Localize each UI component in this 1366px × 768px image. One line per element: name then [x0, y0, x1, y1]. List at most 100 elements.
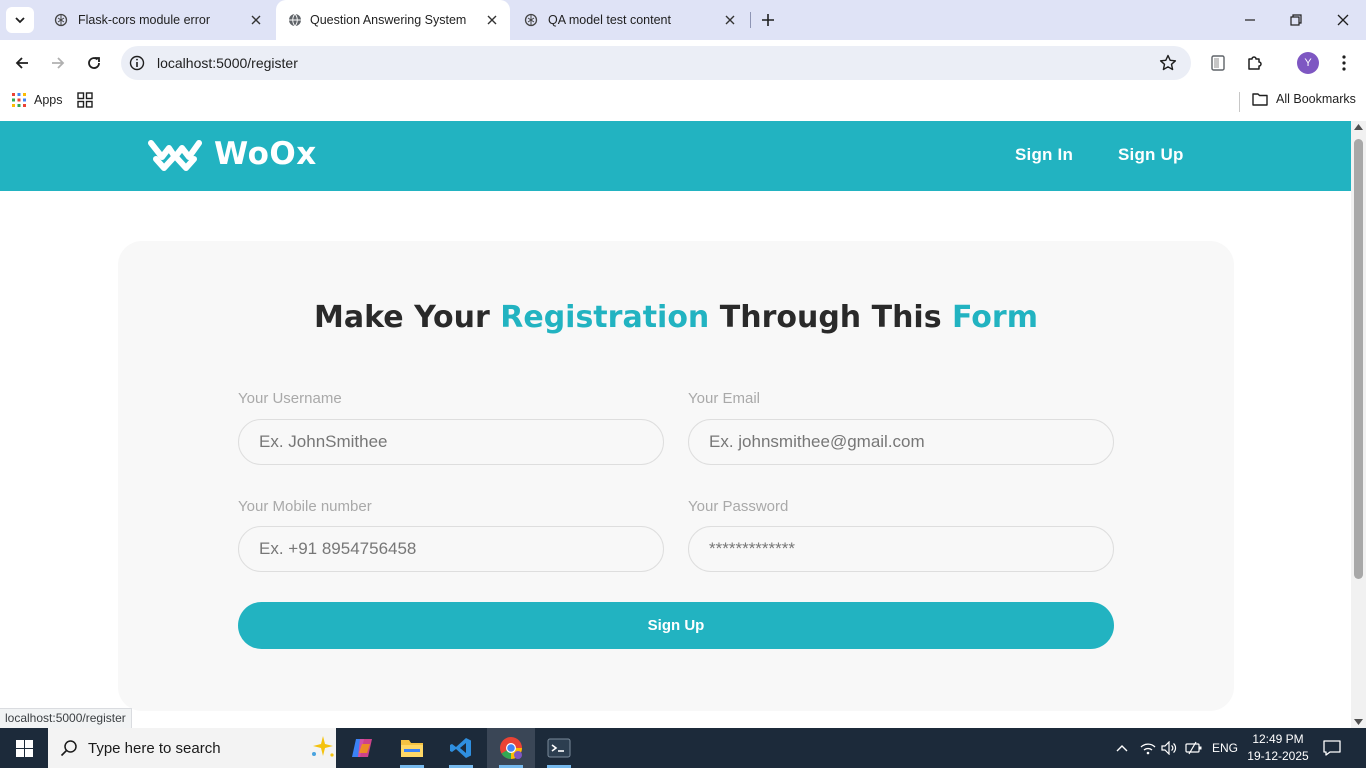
forward-button[interactable] — [46, 51, 70, 75]
browser-tabstrip: Flask-cors module error Question Answeri… — [0, 0, 1366, 40]
bookmarks-divider — [1239, 92, 1240, 112]
registration-form-card: Make Your Registration Through This Form… — [118, 241, 1234, 711]
sign-up-button[interactable]: Sign Up — [238, 602, 1114, 649]
username-label: Your Username — [238, 390, 342, 407]
all-bookmarks-label: All Bookmarks — [1276, 92, 1356, 106]
minimize-button[interactable] — [1240, 10, 1260, 30]
chatgpt-icon — [524, 13, 538, 27]
folder-icon — [401, 740, 423, 757]
clock-time: 12:49 PM — [1252, 732, 1304, 746]
nav-sign-in[interactable]: Sign In — [1015, 145, 1073, 165]
profile-avatar[interactable]: Y — [1297, 52, 1319, 74]
language-indicator[interactable]: ENG — [1212, 741, 1238, 755]
site-logo[interactable]: WoOx — [148, 135, 317, 173]
new-tab-button[interactable] — [758, 10, 778, 30]
form-title: Make Your Registration Through This Form — [118, 300, 1234, 335]
folder-icon — [1252, 93, 1268, 106]
close-window-button[interactable] — [1333, 10, 1353, 30]
scroll-thumb[interactable] — [1354, 139, 1363, 579]
email-label: Your Email — [688, 390, 760, 407]
tab-search-button[interactable] — [6, 7, 34, 33]
title-part: Make Your — [314, 300, 501, 335]
kebab-menu-icon — [1342, 55, 1346, 71]
bookmark-star-icon[interactable] — [1159, 54, 1177, 72]
vscode-icon — [450, 738, 471, 758]
tray-battery[interactable] — [1185, 738, 1203, 758]
puzzle-icon — [1248, 56, 1262, 70]
chatgpt-icon — [54, 13, 68, 27]
password-label: Your Password — [688, 498, 789, 515]
close-tab-icon[interactable] — [722, 12, 738, 28]
chrome-icon — [500, 737, 522, 759]
url-text: localhost:5000/register — [157, 55, 298, 71]
close-tab-icon[interactable] — [248, 12, 264, 28]
sparkle-icon[interactable] — [310, 734, 336, 760]
scroll-up-arrow-icon[interactable] — [1354, 124, 1363, 130]
tab-separator — [750, 12, 751, 28]
mobile-label: Your Mobile number — [238, 498, 372, 515]
close-icon — [1337, 14, 1349, 26]
email-input[interactable] — [688, 419, 1114, 465]
system-clock[interactable]: 12:49 PM 19-12-2025 — [1246, 731, 1310, 765]
tab-title: Flask-cors module error — [78, 13, 210, 27]
taskbar-vscode[interactable] — [437, 728, 485, 768]
windows-taskbar: Type here to search ENG 12:49 PM 19-12-2… — [0, 728, 1366, 768]
bookmarks-bar: Apps All Bookmarks — [0, 86, 1366, 121]
globe-icon — [289, 13, 301, 27]
plus-icon — [762, 14, 774, 26]
extensions-button[interactable] — [1244, 52, 1266, 74]
browser-toolbar: localhost:5000/register Y — [0, 40, 1366, 86]
tab-groups-icon[interactable] — [77, 92, 93, 108]
start-button[interactable] — [0, 728, 48, 768]
taskbar-chrome[interactable] — [487, 728, 535, 768]
close-tab-icon[interactable] — [484, 12, 500, 28]
tab-flask-cors[interactable]: Flask-cors module error — [38, 0, 274, 40]
arrow-left-icon — [15, 57, 28, 69]
mobile-input[interactable] — [238, 526, 664, 572]
nav-sign-up[interactable]: Sign Up — [1118, 145, 1184, 165]
restore-icon — [1290, 14, 1302, 26]
notification-icon[interactable] — [1322, 738, 1342, 758]
tray-volume[interactable] — [1160, 738, 1178, 758]
bookmark-apps[interactable]: Apps — [12, 93, 63, 107]
tray-overflow-button[interactable] — [1113, 738, 1131, 758]
apps-grid-icon — [12, 93, 26, 107]
search-icon — [60, 740, 77, 757]
password-input[interactable] — [688, 526, 1114, 572]
search-placeholder: Type here to search — [88, 740, 221, 757]
restore-button[interactable] — [1286, 10, 1306, 30]
page-viewport: WoOx Sign In Sign Up Make Your Registrat… — [0, 121, 1351, 728]
username-input[interactable] — [238, 419, 664, 465]
minimize-icon — [1245, 19, 1255, 21]
reload-button[interactable] — [82, 51, 106, 75]
windows-logo-icon — [15, 739, 33, 757]
woox-logo-icon — [148, 140, 202, 171]
tab-qa-model[interactable]: QA model test content — [512, 0, 748, 40]
title-accent: Registration — [500, 300, 710, 335]
terminal-icon — [547, 738, 571, 758]
menu-button[interactable] — [1333, 52, 1355, 74]
wifi-icon — [1140, 743, 1156, 755]
taskbar-file-explorer[interactable] — [388, 728, 436, 768]
all-bookmarks-button[interactable]: All Bookmarks — [1252, 92, 1356, 106]
reading-mode-button[interactable] — [1207, 52, 1229, 74]
taskbar-search[interactable]: Type here to search — [48, 728, 336, 768]
tab-title: Question Answering System — [310, 13, 467, 27]
clock-date: 19-12-2025 — [1247, 749, 1309, 763]
power-plug-icon — [1185, 741, 1202, 755]
scroll-down-arrow-icon[interactable] — [1354, 719, 1363, 725]
info-icon[interactable] — [129, 55, 145, 71]
arrow-right-icon — [52, 57, 65, 69]
tray-network[interactable] — [1139, 738, 1157, 758]
document-icon — [1211, 55, 1225, 71]
back-button[interactable] — [10, 51, 34, 75]
chevron-down-icon — [15, 17, 25, 24]
address-bar[interactable]: localhost:5000/register — [121, 46, 1191, 80]
taskbar-copilot[interactable] — [338, 728, 386, 768]
speaker-icon — [1161, 741, 1177, 755]
tab-question-answering[interactable]: Question Answering System — [276, 0, 510, 40]
site-header: WoOx Sign In Sign Up — [0, 121, 1351, 191]
taskbar-terminal[interactable] — [535, 728, 583, 768]
tab-title: QA model test content — [548, 13, 671, 27]
page-scrollbar[interactable] — [1351, 121, 1366, 728]
